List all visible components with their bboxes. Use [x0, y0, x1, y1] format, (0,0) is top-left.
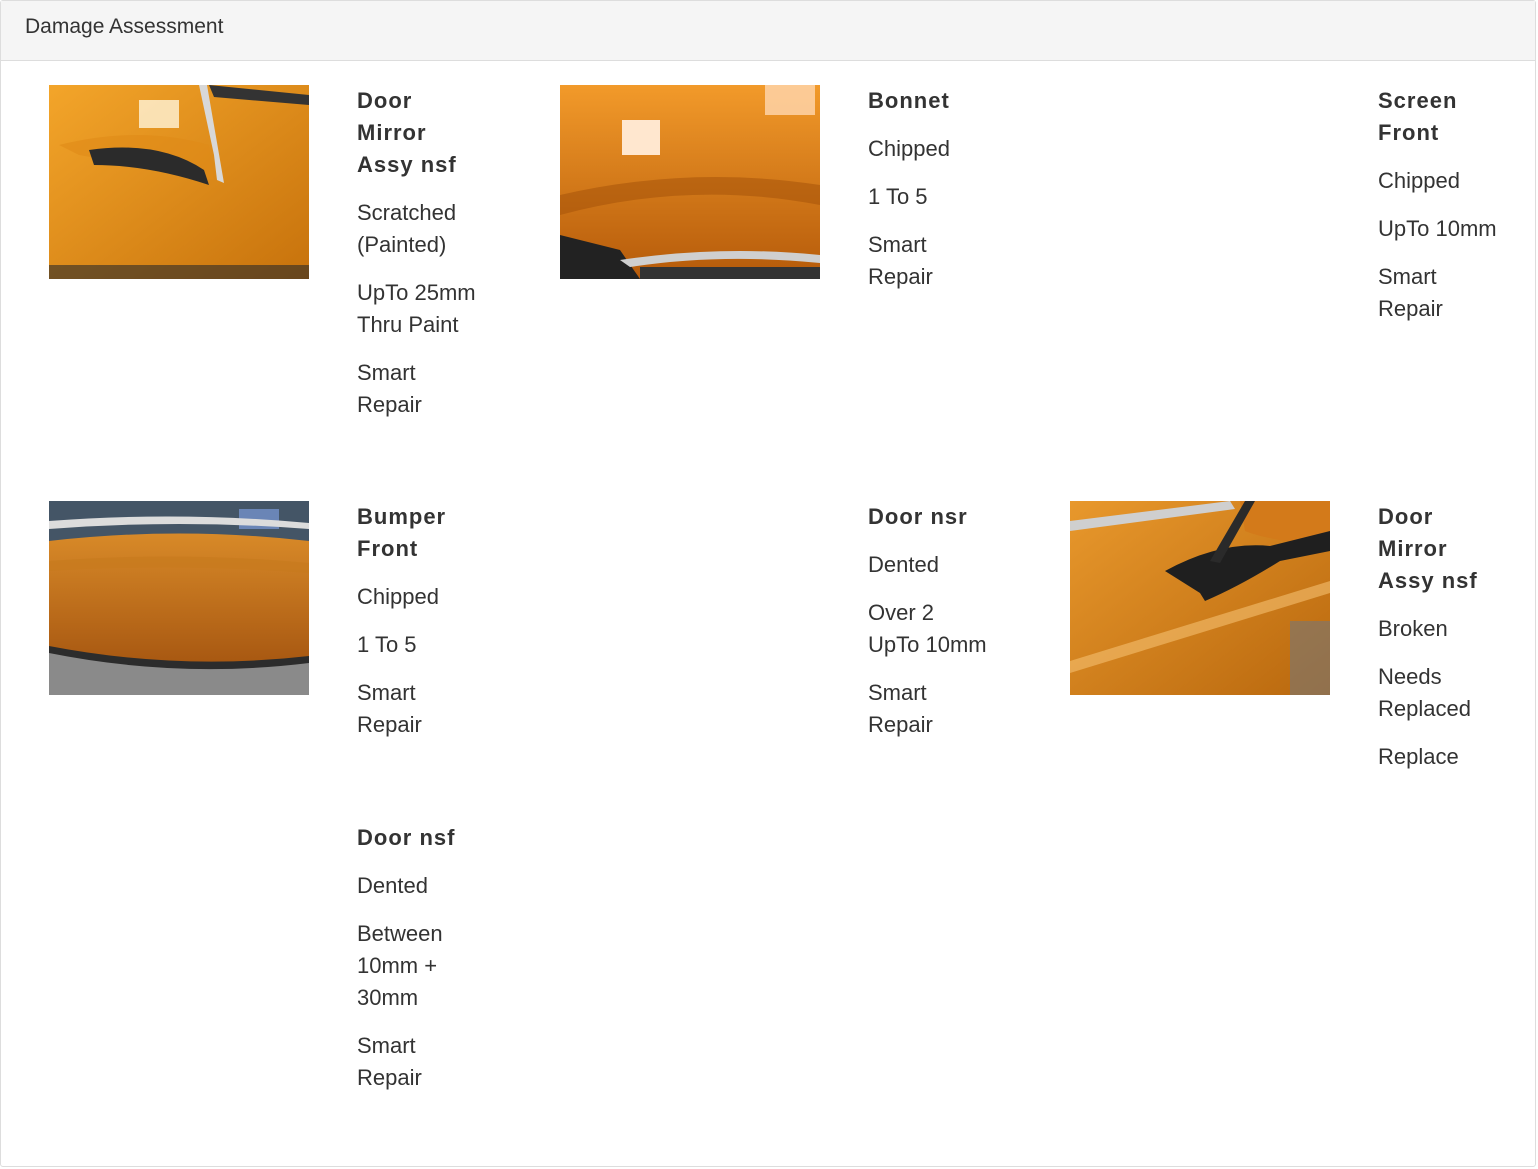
- damage-extent: UpTo 10mm: [1378, 216, 1497, 241]
- damage-photo-door-mirror[interactable]: [49, 85, 309, 279]
- damage-type: Chipped: [868, 136, 950, 161]
- damage-type: Dented: [868, 552, 939, 577]
- damage-item: Door nsf Dented Between 10mm + 30mm Smar…: [357, 822, 477, 1110]
- damage-extent: 1 To 5: [357, 632, 417, 657]
- repair-action: Replace: [1378, 744, 1459, 769]
- part-name: Screen Front: [1378, 88, 1458, 145]
- damage-extent: UpTo 25mm Thru Paint: [357, 280, 476, 337]
- damage-extent: Between 10mm + 30mm: [357, 921, 443, 1010]
- damage-photo-door-mirror-broken[interactable]: [1070, 501, 1330, 695]
- repair-action: Smart Repair: [357, 360, 422, 417]
- damage-type: Chipped: [357, 584, 439, 609]
- damage-photo-bumper-front[interactable]: [49, 501, 309, 695]
- repair-action: Smart Repair: [357, 680, 422, 737]
- damage-extent: Over 2 UpTo 10mm: [868, 600, 987, 657]
- damage-type: Broken: [1378, 616, 1448, 641]
- part-name: Door nsf: [357, 825, 456, 850]
- damage-item: Door Mirror Assy nsf Broken Needs Replac…: [1378, 501, 1498, 789]
- damage-item: Bumper Front Chipped 1 To 5 Smart Repair: [357, 501, 477, 757]
- part-name: Door nsr: [868, 504, 968, 529]
- repair-action: Smart Repair: [357, 1033, 422, 1090]
- damage-assessment-panel: Damage Assessment Door Mirror Assy nsf S…: [0, 0, 1536, 1167]
- damage-type: Scratched (Painted): [357, 200, 457, 257]
- damage-item: Door nsr Dented Over 2 UpTo 10mm Smart R…: [868, 501, 988, 757]
- damage-item: Door Mirror Assy nsf Scratched (Painted)…: [357, 85, 477, 437]
- damage-item: Bonnet Chipped 1 To 5 Smart Repair: [868, 85, 988, 309]
- part-name: Bonnet: [868, 88, 950, 113]
- damage-type: Chipped: [1378, 168, 1460, 193]
- panel-title: Damage Assessment: [1, 1, 1535, 61]
- damage-photo-bonnet[interactable]: [560, 85, 820, 279]
- damage-extent: Needs Replaced: [1378, 664, 1471, 721]
- repair-action: Smart Repair: [868, 232, 933, 289]
- damage-item: Screen Front Chipped UpTo 10mm Smart Rep…: [1378, 85, 1498, 341]
- damage-extent: 1 To 5: [868, 184, 928, 209]
- damage-type: Dented: [357, 873, 428, 898]
- part-name: Door Mirror Assy nsf: [1378, 504, 1478, 593]
- part-name: Door Mirror Assy nsf: [357, 88, 457, 177]
- repair-action: Smart Repair: [1378, 264, 1443, 321]
- part-name: Bumper Front: [357, 504, 447, 561]
- repair-action: Smart Repair: [868, 680, 933, 737]
